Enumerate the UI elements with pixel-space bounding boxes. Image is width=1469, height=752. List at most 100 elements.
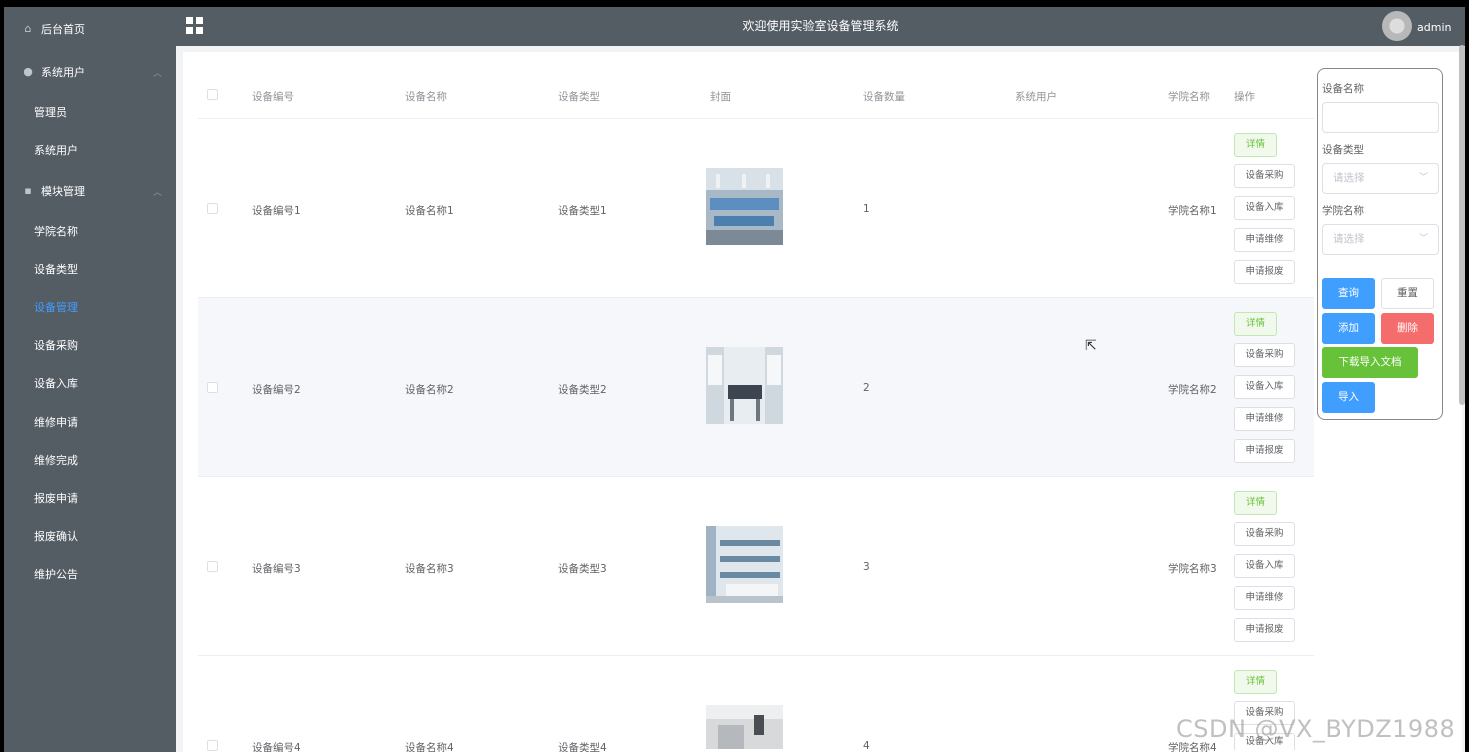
- cover-image: [706, 347, 783, 424]
- cell-name: 设备名称4: [405, 742, 454, 752]
- chevron-up-icon: ︿: [152, 68, 162, 79]
- device-name-label: 设备名称: [1322, 83, 1364, 95]
- cell-quantity: 1: [863, 203, 870, 215]
- column-header: 操作: [1234, 91, 1255, 103]
- sidebar-item-repair-done[interactable]: 维修完成: [4, 441, 176, 479]
- sidebar: ⌂ 后台首页 ● 系统用户 ︿ 管理员 系统用户 ▪ 模块管理 ︿ 学院名称 设…: [4, 7, 176, 752]
- column-header: 学院名称: [1168, 91, 1210, 103]
- cell-code: 设备编号3: [252, 563, 301, 575]
- sidebar-item-label: 后台首页: [41, 23, 85, 36]
- cell-college: 学院名称2: [1168, 384, 1217, 396]
- username[interactable]: admin: [1417, 7, 1451, 48]
- sidebar-item-system-users[interactable]: 系统用户: [4, 131, 176, 169]
- cell-quantity: 3: [863, 561, 870, 573]
- row-checkbox[interactable]: [207, 382, 218, 393]
- repair-request-button[interactable]: 申请维修: [1234, 586, 1295, 610]
- purchase-button[interactable]: 设备采购: [1234, 522, 1295, 546]
- cell-code: 设备编号1: [252, 205, 301, 217]
- sidebar-item-purchase[interactable]: 设备采购: [4, 326, 176, 364]
- sidebar-group-label: 系统用户: [41, 66, 85, 79]
- add-button[interactable]: 添加: [1322, 313, 1375, 344]
- sidebar-item-label: 维护公告: [34, 568, 78, 581]
- scrap-request-button[interactable]: 申请报废: [1234, 260, 1295, 284]
- detail-button[interactable]: 详情: [1234, 133, 1277, 157]
- device-type-select[interactable]: 请选择 ﹀: [1322, 163, 1439, 194]
- column-header: 系统用户: [1015, 91, 1057, 103]
- sidebar-item-admin[interactable]: 管理员: [4, 93, 176, 131]
- sidebar-item-label: 维修完成: [34, 454, 78, 467]
- column-header: 设备类型: [558, 91, 600, 103]
- stock-in-button[interactable]: 设备入库: [1234, 554, 1295, 578]
- column-header: 设备编号: [252, 91, 294, 103]
- sidebar-item-device-type[interactable]: 设备类型: [4, 250, 176, 288]
- main-content: 设备编号 设备名称 设备类型 封面 设备数量 系统用户 学院名称 操作 设备编号…: [183, 52, 1462, 752]
- cell-code: 设备编号4: [252, 742, 301, 752]
- detail-button[interactable]: 详情: [1234, 312, 1277, 336]
- cell-type: 设备类型1: [558, 205, 607, 217]
- cover-image: [706, 526, 783, 603]
- sidebar-item-label: 维修申请: [34, 416, 78, 429]
- cell-type: 设备类型2: [558, 384, 607, 396]
- row-checkbox[interactable]: [207, 740, 218, 751]
- sidebar-item-device-management[interactable]: 设备管理: [4, 288, 176, 326]
- table-row: 设备编号4 设备名称4 设备类型4 4 学院名称4 详情 设备采购 设备入库: [198, 656, 1314, 752]
- delete-button[interactable]: 删除: [1381, 313, 1434, 344]
- sidebar-item-label: 设备类型: [34, 263, 78, 276]
- query-button[interactable]: 查询: [1322, 278, 1375, 309]
- sidebar-group-users[interactable]: ● 系统用户 ︿: [4, 53, 176, 91]
- college-label: 学院名称: [1322, 205, 1364, 217]
- cell-college: 学院名称3: [1168, 563, 1217, 575]
- download-template-button[interactable]: 下载导入文档: [1322, 347, 1418, 378]
- row-checkbox[interactable]: [207, 203, 218, 214]
- sidebar-item-notice[interactable]: 维护公告: [4, 555, 176, 593]
- cell-code: 设备编号2: [252, 384, 301, 396]
- sidebar-item-label: 管理员: [34, 106, 67, 119]
- purchase-button[interactable]: 设备采购: [1234, 164, 1295, 188]
- sidebar-item-label: 设备管理: [34, 301, 78, 314]
- select-all-checkbox[interactable]: [207, 89, 218, 100]
- stock-in-button[interactable]: 设备入库: [1234, 375, 1295, 399]
- sidebar-group-modules[interactable]: ▪ 模块管理 ︿: [4, 172, 176, 210]
- scrap-request-button[interactable]: 申请报废: [1234, 439, 1295, 463]
- college-select[interactable]: 请选择 ﹀: [1322, 224, 1439, 255]
- page-title: 欢迎使用实验室设备管理系统: [742, 19, 899, 33]
- table-row: 设备编号1 设备名称1 设备类型1 1 学院名称1 详情 设备采购 设备入库 申…: [198, 119, 1314, 298]
- sidebar-item-home[interactable]: ⌂ 后台首页: [4, 10, 176, 48]
- row-checkbox[interactable]: [207, 561, 218, 572]
- sidebar-item-repair-request[interactable]: 维修申请: [4, 403, 176, 441]
- column-header: 封面: [710, 91, 731, 103]
- sidebar-item-label: 系统用户: [34, 144, 78, 157]
- repair-request-button[interactable]: 申请维修: [1234, 228, 1295, 252]
- cover-image: [706, 168, 783, 245]
- scrap-request-button[interactable]: 申请报废: [1234, 618, 1295, 642]
- avatar[interactable]: [1382, 11, 1412, 41]
- purchase-button[interactable]: 设备采购: [1234, 343, 1295, 367]
- detail-button[interactable]: 详情: [1234, 491, 1277, 515]
- table-header-row: 设备编号 设备名称 设备类型 封面 设备数量 系统用户 学院名称 操作: [198, 67, 1314, 119]
- chevron-up-icon: ︿: [152, 187, 162, 198]
- select-placeholder: 请选择: [1333, 172, 1365, 184]
- sidebar-item-label: 设备入库: [34, 377, 78, 390]
- sidebar-group-label: 模块管理: [41, 185, 85, 198]
- grid-icon: ▪: [24, 184, 32, 197]
- chevron-down-icon: ﹀: [1418, 234, 1428, 244]
- device-name-input[interactable]: [1322, 102, 1439, 133]
- sidebar-item-label: 学院名称: [34, 225, 78, 238]
- page-scrollbar[interactable]: [1459, 45, 1465, 405]
- cell-type: 设备类型4: [558, 742, 607, 752]
- detail-button[interactable]: 详情: [1234, 670, 1277, 694]
- stock-in-button[interactable]: 设备入库: [1234, 196, 1295, 220]
- import-button[interactable]: 导入: [1322, 382, 1375, 413]
- cell-name: 设备名称1: [405, 205, 454, 217]
- sidebar-item-scrap-confirm[interactable]: 报废确认: [4, 517, 176, 555]
- sidebar-item-scrap-request[interactable]: 报废申请: [4, 479, 176, 517]
- app-frame: ⌂ 后台首页 ● 系统用户 ︿ 管理员 系统用户 ▪ 模块管理 ︿ 学院名称 设…: [4, 7, 1465, 752]
- repair-request-button[interactable]: 申请维修: [1234, 407, 1295, 431]
- column-header: 设备名称: [405, 91, 447, 103]
- sidebar-item-college[interactable]: 学院名称: [4, 212, 176, 250]
- user-icon: ●: [23, 65, 33, 78]
- sidebar-item-stock-in[interactable]: 设备入库: [4, 364, 176, 402]
- home-icon: ⌂: [24, 22, 32, 35]
- select-placeholder: 请选择: [1333, 233, 1365, 245]
- reset-button[interactable]: 重置: [1381, 278, 1434, 309]
